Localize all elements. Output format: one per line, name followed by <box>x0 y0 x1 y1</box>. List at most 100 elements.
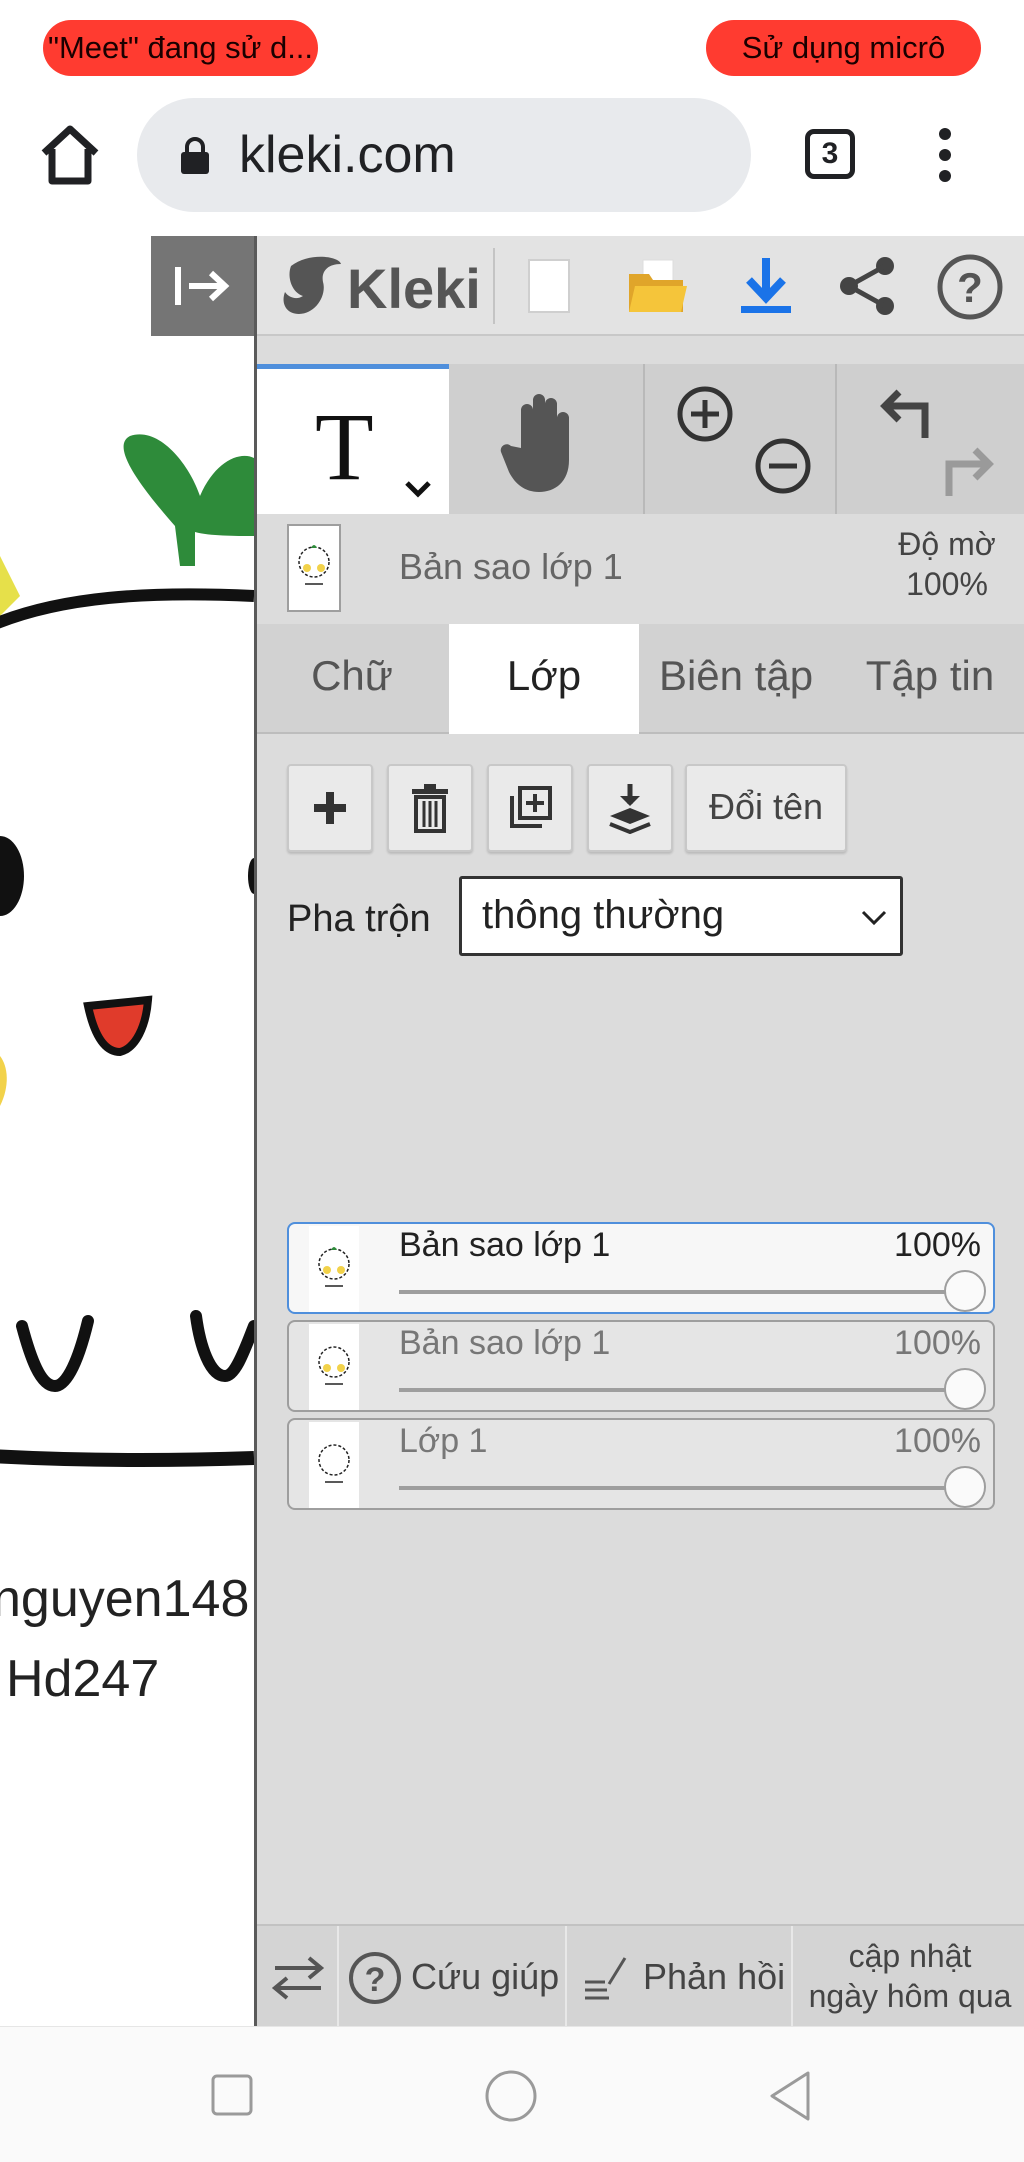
more-vert-icon <box>939 128 951 182</box>
opacity-label: Độ mờ <box>898 526 996 562</box>
layer-opacity-slider-track[interactable] <box>399 1388 959 1392</box>
url-text: kleki.com <box>239 126 456 184</box>
layer-item[interactable]: Bản sao lớp 1 100% <box>287 1320 995 1412</box>
blend-mode-label: Pha trộn <box>287 898 431 940</box>
layer-thumbnail <box>309 1226 359 1312</box>
help-link[interactable]: ? Cứu giúp <box>339 1926 563 2028</box>
drawing-canvas[interactable]: nguyen148 Hd247 <box>0 236 254 2026</box>
update-info[interactable]: cập nhật ngày hôm qua <box>793 1926 1024 2028</box>
canvas-drawing <box>0 434 254 1468</box>
layer-opacity-slider-track[interactable] <box>399 1486 959 1490</box>
help-button[interactable]: ? <box>935 252 1005 322</box>
layer-thumbnail <box>309 1422 359 1508</box>
panel-footer: ? Cứu giúp Phản hồi cập nhật ngày hôm qu… <box>257 1924 1024 2028</box>
update-line2: ngày hôm qua <box>808 1978 1012 2014</box>
help-icon: ? <box>349 1952 401 2004</box>
current-layer-thumbnail <box>287 524 341 612</box>
chevron-down-icon[interactable] <box>403 479 433 499</box>
redo-icon[interactable] <box>937 440 997 500</box>
layer-item[interactable]: Lớp 1 100% <box>287 1418 995 1510</box>
new-image-button[interactable] <box>515 254 585 318</box>
feedback-link[interactable]: Phản hồi <box>567 1926 789 2028</box>
add-layer-icon <box>314 792 346 824</box>
undo-icon[interactable] <box>877 384 937 444</box>
chevron-down-icon <box>861 910 887 926</box>
rename-layer-button[interactable]: Đổi tên <box>685 764 847 852</box>
open-folder-icon <box>629 259 687 312</box>
duplicate-layer-icon <box>510 786 552 828</box>
microphone-in-use-pill[interactable]: Sử dụng micrô <box>706 20 981 76</box>
add-layer-button[interactable] <box>287 764 373 852</box>
recent-apps-icon[interactable] <box>210 2073 254 2117</box>
meet-notification-pill[interactable]: "Meet" đang sử d... <box>43 20 318 76</box>
delete-layer-button[interactable] <box>387 764 473 852</box>
layer-name: Lớp 1 <box>399 1422 488 1460</box>
current-layer-info: Bản sao lớp 1 Độ mờ 100% <box>257 514 1024 624</box>
tab-layers[interactable]: Lớp <box>449 624 639 734</box>
hand-tool-button[interactable] <box>451 364 641 514</box>
zoom-controls <box>643 364 833 514</box>
tab-switcher-button[interactable]: 3 <box>805 129 855 179</box>
home-button[interactable] <box>30 115 110 195</box>
svg-text:?: ? <box>365 1961 386 1999</box>
layer-opacity-slider-track[interactable] <box>399 1290 959 1294</box>
url-bar[interactable]: kleki.com <box>137 98 751 212</box>
download-button[interactable] <box>731 254 801 318</box>
layers-tab-content: Đổi tên Pha trộn thông thường Bản sao lớ… <box>257 734 1024 1924</box>
share-icon <box>840 257 894 315</box>
meet-notification-text: "Meet" đang sử d... <box>47 30 314 65</box>
share-button[interactable] <box>833 254 903 318</box>
microphone-in-use-text: Sử dụng micrô <box>741 30 946 65</box>
feedback-pencil-icon <box>585 1957 627 2000</box>
swap-side-button[interactable] <box>257 1926 337 2028</box>
collapse-panel-icon <box>175 267 230 305</box>
layer-item[interactable]: Bản sao lớp 1 100% <box>287 1222 995 1314</box>
text-tool-button[interactable]: T <box>257 364 449 514</box>
layer-name: Bản sao lớp 1 <box>399 1324 611 1362</box>
kleki-logo-icon <box>283 256 341 314</box>
feedback-label: Phản hồi <box>643 1956 786 1997</box>
duplicate-layer-button[interactable] <box>487 764 573 852</box>
svg-text:?: ? <box>957 264 983 311</box>
kleki-logo[interactable]: Kleki <box>279 252 499 322</box>
help-icon: ? <box>937 254 1003 320</box>
swap-arrows-icon <box>271 1956 325 2000</box>
delete-layer-icon <box>412 784 448 833</box>
browser-menu-button[interactable] <box>920 125 970 185</box>
current-layer-name: Bản sao lớp 1 <box>399 546 623 587</box>
back-icon[interactable] <box>766 2069 814 2123</box>
layer-opacity: 100% <box>894 1324 981 1362</box>
layer-opacity: 100% <box>894 1422 981 1460</box>
canvas-text-line1: nguyen148 <box>0 1570 250 1628</box>
app-topbar: Kleki ? <box>257 236 1024 336</box>
tab-edit[interactable]: Biên tập <box>641 624 831 734</box>
kleki-logo-text: Kleki <box>347 257 481 320</box>
layer-opacity-slider-handle[interactable] <box>944 1466 986 1508</box>
opacity-value: 100% <box>906 566 988 602</box>
text-tool-icon: T <box>315 393 374 500</box>
update-line1: cập nhật <box>848 1938 972 1974</box>
tab-count: 3 <box>821 137 839 170</box>
blend-mode-select[interactable]: thông thường <box>459 876 903 956</box>
tab-file[interactable]: Tập tin <box>833 624 1024 734</box>
rename-label: Đổi tên <box>708 786 824 827</box>
layer-name: Bản sao lớp 1 <box>399 1226 611 1264</box>
hand-tool-icon <box>500 394 569 492</box>
zoom-in-icon[interactable] <box>675 384 735 444</box>
home-nav-icon[interactable] <box>484 2069 538 2123</box>
merge-down-button[interactable] <box>587 764 673 852</box>
side-panel: Kleki ? T Bản sao lớp 1 Độ mờ 100% Chữ L… <box>254 236 1024 2028</box>
download-icon <box>741 258 791 313</box>
layer-opacity-slider-handle[interactable] <box>944 1368 986 1410</box>
layer-opacity-slider-handle[interactable] <box>944 1270 986 1312</box>
panel-tabs: Chữ Lớp Biên tập Tập tin <box>257 624 1024 734</box>
lock-icon <box>181 137 209 174</box>
home-icon <box>41 125 99 185</box>
open-file-button[interactable] <box>623 254 693 318</box>
layer-opacity: 100% <box>894 1226 981 1264</box>
tab-text[interactable]: Chữ <box>257 624 447 734</box>
layer-thumbnail <box>309 1324 359 1410</box>
collapse-panel-button[interactable] <box>151 236 254 336</box>
zoom-out-icon[interactable] <box>753 436 813 496</box>
merge-down-icon <box>609 784 651 834</box>
